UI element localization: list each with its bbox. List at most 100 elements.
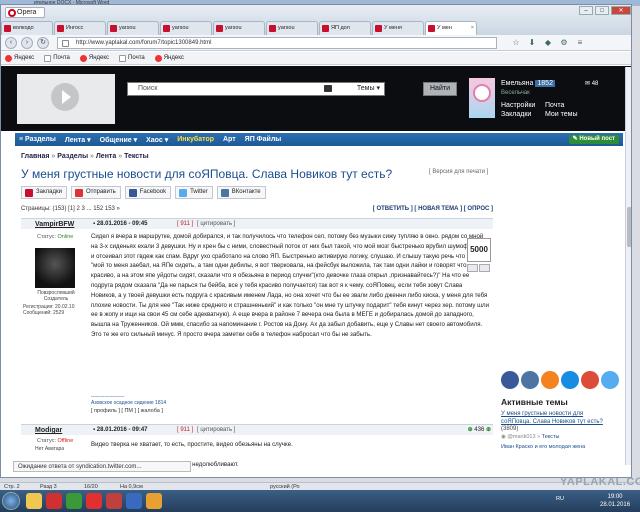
browser-tab[interactable]: волкодо (1, 21, 53, 35)
nav-feed[interactable]: Лента ▾ (65, 136, 91, 144)
mail-link[interactable]: Почта (545, 102, 595, 109)
vk-share-button[interactable]: ВКонтакте (216, 186, 266, 199)
download-icon[interactable]: ⬇ (527, 38, 537, 48)
post-footer-links[interactable]: [ профиль ] [ ПМ ] [ жалоба ] (91, 408, 163, 414)
reload-button[interactable]: ↻ (37, 37, 49, 49)
pagination[interactable]: Страницы: (153) [1] 2 3 ... 152 153 » (21, 206, 120, 212)
browser-tab[interactable]: yarsou (107, 21, 159, 35)
nav-files[interactable]: ЯП Файлы (245, 136, 282, 143)
explorer-icon[interactable] (26, 493, 42, 509)
nav-art[interactable]: Арт (223, 136, 236, 143)
twitter-icon[interactable] (601, 371, 619, 389)
facebook-share-button[interactable]: Facebook (124, 186, 172, 199)
search-button[interactable]: Найти (423, 82, 457, 96)
crumb-home[interactable]: Главная (21, 153, 49, 160)
new-post-button[interactable]: ✎ Новый пост (568, 135, 619, 144)
quote-link[interactable]: [ цитировать ] (197, 427, 235, 433)
browser-tab[interactable]: ЯП дол (319, 21, 371, 35)
active-topic-count: (3809) (501, 426, 519, 432)
menu-icon[interactable]: ≡ (575, 38, 585, 48)
user-status: Статус: Offline (37, 438, 74, 444)
post-number[interactable]: [ 911 ] (177, 221, 193, 227)
rating-buttons (467, 264, 490, 272)
back-button[interactable]: ‹ (5, 37, 17, 49)
scrollbar-thumb[interactable] (627, 207, 631, 247)
browser-tab[interactable]: yarsou (213, 21, 265, 35)
avatar[interactable] (35, 248, 75, 288)
url-input[interactable]: http://www.yaplakal.com/forum7/topic1300… (57, 37, 497, 49)
topic-actions[interactable]: [ ОТВЕТИТЬ ] [ НОВАЯ ТЕМА ] [ ОПРОС ] (373, 206, 493, 212)
crumb-texts[interactable]: Тексты (124, 153, 149, 160)
scrollbar[interactable] (625, 67, 631, 465)
post-author[interactable]: VampirBFW (35, 221, 74, 228)
post-number[interactable]: [ 911 ] (177, 427, 193, 433)
mail-counter[interactable]: ✉ 48 (585, 80, 598, 87)
twitter-icon (179, 189, 188, 197)
bookmark-mail[interactable]: Почта (119, 54, 145, 62)
app-icon[interactable] (66, 493, 82, 509)
user-rank: Весельчак (501, 90, 530, 96)
active-topic-link[interactable]: Иван Краско и его молодая жена (501, 444, 611, 450)
post-header: VampirBFW ▪ 28.01.2016 - 09:45 [ 911 ] [… (21, 218, 493, 229)
tabs: волкодо Ингосс yarsou yarsou yarsou yars… (1, 21, 478, 35)
opera-icon[interactable] (106, 493, 122, 509)
start-button[interactable] (2, 492, 20, 510)
favicon-icon (216, 25, 223, 32)
address-bar-row: ‹ › ↻ http://www.yaplakal.com/forum7/top… (1, 35, 631, 51)
browser-tab[interactable]: yarsou (160, 21, 212, 35)
forward-button[interactable]: › (21, 37, 33, 49)
maximize-button[interactable]: □ (595, 6, 609, 15)
bookmark-icon[interactable]: ☆ (511, 38, 521, 48)
nav-social[interactable]: Общение ▾ (100, 136, 137, 144)
opera-menu-button[interactable]: Opera (5, 7, 45, 18)
bookmark-yandex[interactable]: Яндекс (5, 54, 34, 62)
browser-tab[interactable]: yarsou (266, 21, 318, 35)
camera-icon[interactable] (324, 85, 332, 92)
post-author[interactable]: Modigar (35, 427, 62, 434)
minimize-button[interactable]: – (579, 6, 593, 15)
close-button[interactable]: ✕ (611, 6, 631, 15)
bookmarks-link[interactable]: Закладки (501, 111, 545, 118)
nav-chaos[interactable]: Хаос ▾ (146, 136, 168, 144)
yandex-icon[interactable] (86, 493, 102, 509)
nav-incubator[interactable]: Инкубатор (177, 136, 214, 143)
browser-tab[interactable]: У меня (372, 21, 424, 35)
facebook-icon[interactable] (501, 371, 519, 389)
tray-language[interactable]: RU (556, 496, 564, 502)
my-topics-link[interactable]: Мои темы (545, 111, 595, 118)
mailru-icon[interactable] (561, 371, 579, 389)
firefox-icon[interactable] (146, 493, 162, 509)
bookmark-mail[interactable]: Почта (44, 54, 70, 62)
crumb-feed[interactable]: Лента (96, 153, 116, 160)
word-status-bar: Стр. 2 Разд 3 16/20 На 0,9см русский (Ро (0, 482, 640, 490)
browser-tab-active[interactable]: У мен × (425, 21, 477, 35)
send-share-button[interactable]: Отправить (70, 186, 121, 199)
extension-icon[interactable]: ◆ (543, 38, 553, 48)
site-logo[interactable] (17, 74, 115, 124)
search-input[interactable]: Поиск Темы ▾ (127, 82, 385, 96)
active-topic-link[interactable]: У меня грустные новости для соЯПовца. Сл… (501, 410, 611, 426)
bookmarks-share-button[interactable]: Закладки (21, 186, 67, 199)
print-version-link[interactable]: [ Версия для печати ] (429, 169, 488, 175)
odnoklassniki-icon[interactable] (541, 371, 559, 389)
app-icon[interactable] (46, 493, 62, 509)
social-buttons (501, 371, 619, 389)
nav-sections[interactable]: ≡ Разделы (19, 136, 56, 143)
google-plus-icon[interactable] (581, 371, 599, 389)
vote-down-button[interactable] (479, 264, 490, 272)
user-name[interactable]: Емельяна 1852 (501, 80, 555, 87)
settings-icon[interactable]: ⚙ (559, 38, 569, 48)
settings-link[interactable]: Настройки (501, 102, 545, 109)
close-tab-icon[interactable]: × (471, 22, 474, 35)
crumb-sections[interactable]: Разделы (57, 153, 88, 160)
bookmark-yandex[interactable]: Яндекс (79, 54, 109, 62)
bookmark-yandex[interactable]: Яндекс (154, 54, 184, 62)
search-scope-select[interactable]: Темы ▾ (357, 83, 380, 95)
twitter-share-button[interactable]: Twitter (175, 186, 213, 199)
word-icon[interactable] (126, 493, 142, 509)
quote-link[interactable]: [ цитировать ] (197, 221, 235, 227)
vk-icon[interactable] (521, 371, 539, 389)
vote-up-button[interactable] (467, 264, 478, 272)
avatar[interactable] (469, 78, 495, 118)
browser-tab[interactable]: Ингосс (54, 21, 106, 35)
